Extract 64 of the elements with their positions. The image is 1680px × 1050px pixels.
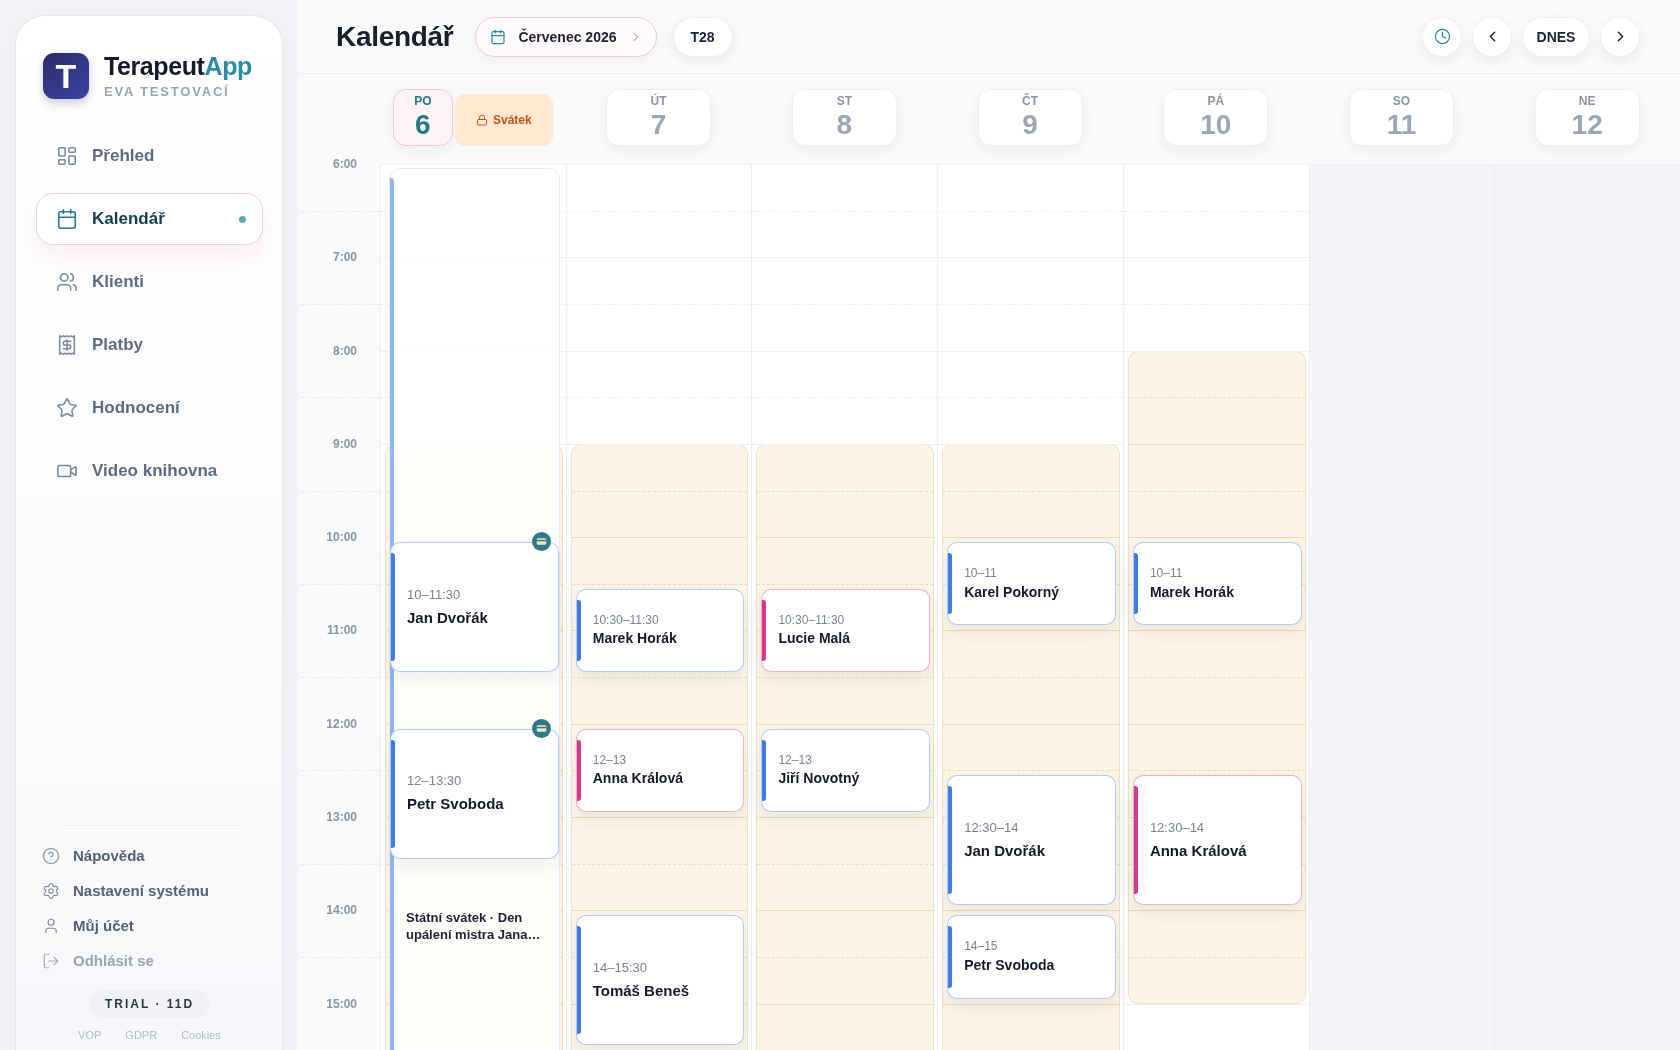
day-button[interactable]: SO 11 (1348, 89, 1454, 146)
event-card[interactable]: 10–11:30 Jan Dvořák (390, 542, 559, 673)
calendar-icon (56, 208, 78, 230)
menu-link[interactable]: Můj účet (36, 908, 138, 943)
calendar-icon (490, 28, 507, 45)
star-icon (56, 397, 78, 419)
time-label: 13:00 (326, 810, 357, 825)
month-picker-button[interactable]: Červenec 2026 (475, 16, 657, 57)
nav-item[interactable]: Video knihovna (36, 445, 263, 497)
time-label: 6:00 (332, 157, 357, 171)
event-card[interactable]: 10:30–11:30 Marek Horák (575, 588, 745, 673)
event-card[interactable]: 12:30–14 Anna Králová (1132, 775, 1302, 906)
page-title: Kalendář (336, 20, 454, 53)
user-icon (42, 916, 60, 935)
next-button[interactable] (1600, 16, 1640, 57)
clock-button[interactable] (1422, 16, 1462, 57)
day-button[interactable]: PO 6 (392, 89, 453, 146)
plan-badge: TRIAL · 11D (88, 990, 211, 1018)
time-label: 12:00 (326, 716, 357, 731)
time-label: 10:00 (326, 530, 357, 545)
previous-button[interactable] (1472, 16, 1512, 57)
event-card[interactable]: 10–11 Karel Pokorný (947, 542, 1116, 626)
nav-item[interactable]: Kalendář (36, 193, 263, 245)
event-card[interactable]: 12–13:30 Petr Svoboda (390, 728, 559, 859)
menu-link[interactable]: Nastavení systému (36, 873, 213, 908)
event-card[interactable]: 10–11 Marek Horák (1132, 542, 1302, 626)
nav-item[interactable]: Přehled (36, 130, 263, 182)
users-icon (56, 271, 78, 293)
event-card[interactable]: 14–15 Petr Svoboda (947, 915, 1116, 999)
day-button[interactable]: NE 12 (1534, 89, 1640, 146)
day-button[interactable]: PÁ 10 (1163, 89, 1269, 146)
time-label: 7:00 (332, 250, 357, 265)
lock-icon (476, 114, 488, 126)
receipt-icon (56, 334, 78, 356)
nav-item[interactable]: Hodnocení (36, 382, 263, 434)
event-card[interactable]: 10:30–11:30 Lucie Malá (761, 588, 931, 673)
event-card[interactable]: 12–13 Anna Králová (575, 728, 745, 813)
settings-icon (42, 881, 60, 900)
day-button[interactable]: ČT 9 (977, 89, 1083, 146)
time-label: 8:00 (332, 343, 357, 358)
time-label: 11:00 (326, 623, 357, 638)
holiday-label: Svátek (493, 113, 532, 127)
event-card[interactable]: 12:30–14 Jan Dvořák (947, 775, 1116, 906)
today-button[interactable]: DNES (1522, 16, 1590, 57)
event-card[interactable]: 12–13 Jiří Novotný (761, 728, 931, 813)
day-button[interactable]: ST 8 (791, 89, 897, 146)
holiday-note: Státní svátek · Den upálení mistra Jana… (406, 908, 542, 943)
event-card[interactable]: 14–15:30 Tomáš Beneš (575, 915, 745, 1046)
time-label: 15:00 (326, 996, 357, 1011)
brand-name: TerapeutApp (104, 52, 252, 80)
dashboard-icon (56, 145, 78, 167)
time-label: 14:00 (326, 903, 357, 918)
nav-item[interactable]: Klienti (36, 256, 263, 308)
user-name: EVA TESTOVACÍ (104, 84, 231, 99)
app-logo: T (43, 52, 89, 99)
dot-icon (239, 215, 246, 223)
clock-icon (1433, 28, 1451, 45)
day-button[interactable]: ÚT 7 (606, 89, 712, 146)
time-label: 9:00 (332, 436, 357, 451)
menu-link[interactable]: Nápověda (36, 838, 149, 873)
week-badge: T28 (672, 16, 733, 57)
nav-item[interactable]: Platby (36, 319, 263, 371)
logout-icon (42, 951, 60, 970)
help-icon (42, 846, 60, 865)
